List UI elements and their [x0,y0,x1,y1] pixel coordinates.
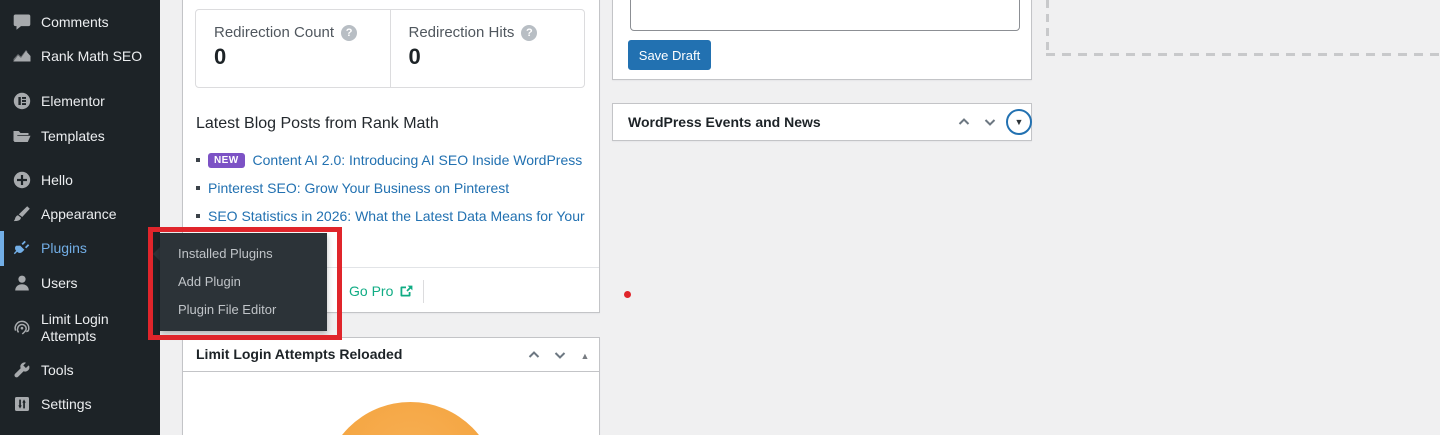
sidebar-item-hello[interactable]: Hello [0,163,160,197]
sidebar-item-elementor[interactable]: Elementor [0,84,160,118]
sidebar-item-tools[interactable]: Tools [0,353,160,387]
annotation-red-dot [624,291,631,298]
redirection-count-stat: Redirection Count ? 0 [196,10,390,87]
stat-label: Redirection Count [214,24,335,41]
quick-draft-content-input[interactable] [630,0,1020,31]
chevron-up-icon [528,351,540,358]
hello-plus-icon [12,170,32,190]
stat-value: 0 [214,44,227,69]
triangle-up-icon: ▲ [580,350,590,361]
llar-widget-title: Limit Login Attempts Reloaded [196,346,403,362]
sidebar-item-label: Hello [41,172,73,188]
list-bullet [196,186,200,190]
settings-sliders-icon [12,394,32,414]
sidebar-item-limit-login-attempts[interactable]: Limit Login Attempts [0,305,160,351]
sidebar-item-plugins[interactable]: Plugins [0,231,160,265]
list-bullet [196,214,200,218]
blog-post-link[interactable]: Content AI 2.0: Introducing AI SEO Insid… [253,152,583,168]
limit-login-fingerprint-icon [12,318,32,338]
wordpress-admin-dashboard: Comments Rank Math SEO Elementor Templat… [0,0,1440,435]
new-badge: NEW [208,152,245,168]
comments-icon [12,12,32,32]
sidebar-item-label: Users [41,275,78,291]
blog-post-link[interactable]: Pinterest SEO: Grow Your Business on Pin… [208,180,509,196]
sidebar-item-label: Appearance [41,206,117,222]
empty-widget-dropzone-border-horizontal [1046,53,1440,56]
events-move-down-button[interactable] [981,113,999,131]
external-link-icon [400,285,413,296]
help-icon[interactable]: ? [341,24,358,41]
footer-separator [423,280,424,303]
sidebar-item-label: Comments [41,14,109,30]
admin-sidebar: Comments Rank Math SEO Elementor Templat… [0,0,160,435]
annotation-red-box [148,227,342,340]
blog-post-item: SEO Statistics in 2026: What the Latest … [196,208,585,224]
chevron-down-icon [984,119,996,126]
events-move-up-button[interactable] [955,113,973,131]
sidebar-item-label: Tools [41,362,74,378]
llar-move-up-button[interactable] [525,346,543,364]
sidebar-item-label: Settings [41,396,92,412]
plugins-plug-icon [12,238,32,258]
sidebar-item-templates[interactable]: Templates [0,119,160,153]
sidebar-item-settings[interactable]: Settings [0,387,160,421]
sidebar-item-label: Elementor [41,93,105,109]
sidebar-item-comments[interactable]: Comments [0,5,160,39]
active-menu-indicator [0,231,4,266]
save-draft-button[interactable]: Save Draft [628,40,711,70]
sidebar-item-label: Limit Login Attempts [41,311,109,344]
users-icon [12,273,32,293]
llar-move-down-button[interactable] [551,346,569,364]
blog-post-link[interactable]: SEO Statistics in 2026: What the Latest … [208,208,585,224]
empty-widget-dropzone-border-vertical [1046,0,1049,55]
llar-collapse-button[interactable]: ▲ [578,349,592,363]
events-widget-title: WordPress Events and News [628,114,821,130]
list-bullet [196,158,200,162]
sidebar-item-label: Plugins [41,240,87,256]
stat-label: Redirection Hits [408,24,515,41]
triangle-down-icon: ▼ [1014,116,1024,127]
chevron-down-icon [554,352,566,359]
elementor-icon [12,91,32,111]
sidebar-item-users[interactable]: Users [0,266,160,300]
redirection-hits-stat: Redirection Hits ? 0 [389,10,585,87]
appearance-brush-icon [12,204,32,224]
go-pro-label: Go Pro [349,283,394,299]
help-icon[interactable]: ? [521,24,538,41]
sidebar-item-appearance[interactable]: Appearance [0,197,160,231]
events-collapse-button-focused[interactable]: ▼ [1006,109,1032,135]
sidebar-item-label: Templates [41,128,105,144]
blog-posts-heading: Latest Blog Posts from Rank Math [196,115,439,132]
sidebar-item-label: Rank Math SEO [41,48,143,64]
chevron-up-icon [958,118,970,125]
go-pro-link[interactable]: Go Pro [349,283,414,299]
redirection-stats-box: Redirection Count ? 0 Redirection Hits ?… [195,9,585,88]
templates-icon [12,126,32,146]
tools-wrench-icon [12,360,32,380]
blog-post-item: Pinterest SEO: Grow Your Business on Pin… [196,180,509,196]
llar-header-divider [183,371,599,372]
stat-value: 0 [408,44,421,69]
rank-math-icon [12,46,32,66]
blog-post-item: NEW Content AI 2.0: Introducing AI SEO I… [196,152,582,168]
sidebar-item-rank-math-seo[interactable]: Rank Math SEO [0,39,160,73]
